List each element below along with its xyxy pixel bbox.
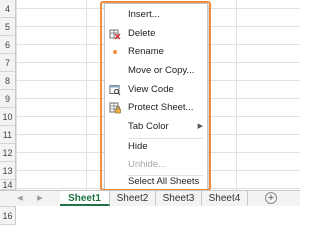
sheet-tab-bar: ◀ ▶ Sheet1 Sheet2 Sheet3 Sheet4 + [0, 190, 300, 206]
menu-item-select-all-sheets[interactable]: Select All Sheets [105, 173, 207, 191]
sheet-tab-context-menu: Insert... Delete Rename Move or Copy... … [104, 3, 208, 190]
menu-item-label: Tab Color [128, 121, 169, 132]
protect-sheet-icon [109, 102, 121, 114]
row-header-6[interactable]: 6 [0, 36, 16, 54]
menu-item-label: Protect Sheet... [128, 102, 194, 113]
row-header-16[interactable]: 16 [0, 207, 16, 225]
menu-item-label: Move or Copy... [128, 65, 195, 76]
view-code-icon [109, 84, 121, 96]
sheet-tab-3[interactable]: Sheet3 [156, 191, 202, 206]
menu-item-rename[interactable]: Rename [105, 43, 207, 61]
row-header-14[interactable]: 14 [0, 180, 16, 190]
row-header-13[interactable]: 13 [0, 162, 16, 180]
row-header-11[interactable]: 11 [0, 126, 16, 144]
column-divider [236, 0, 237, 190]
menu-item-tab-color[interactable]: Tab Color ▶ [105, 118, 207, 136]
sheet-tab-4[interactable]: Sheet4 [202, 191, 248, 206]
row-header-12[interactable]: 12 [0, 144, 16, 162]
sheet-tab-2[interactable]: Sheet2 [110, 191, 156, 206]
menu-item-label: Unhide... [128, 159, 167, 170]
menu-item-label: Hide [128, 141, 148, 152]
add-sheet-icon[interactable]: + [265, 192, 277, 204]
menu-item-label: View Code [128, 84, 174, 95]
row-header-7[interactable]: 7 [0, 54, 16, 72]
menu-item-label: Select All Sheets [128, 176, 200, 187]
row-header-5[interactable]: 5 [0, 18, 16, 36]
sheet-tab-1[interactable]: Sheet1 [60, 191, 110, 206]
row-header-8[interactable]: 8 [0, 72, 16, 90]
menu-item-view-code[interactable]: View Code [105, 81, 207, 99]
menu-item-label: Insert... [128, 9, 160, 20]
row-header-column: 4 5 6 7 8 9 10 11 12 13 14 [0, 0, 16, 190]
row-header-10[interactable]: 10 [0, 108, 16, 126]
row-header-4[interactable]: 4 [0, 0, 16, 18]
menu-item-label: Rename [128, 46, 164, 57]
menu-item-hide[interactable]: Hide [105, 138, 207, 156]
column-divider [86, 0, 87, 190]
menu-item-protect-sheet[interactable]: Protect Sheet... [105, 99, 207, 117]
delete-sheet-icon [109, 28, 121, 40]
scroll-tabs-right-icon[interactable]: ▶ [34, 191, 46, 206]
scroll-tabs-left-icon[interactable]: ◀ [14, 191, 26, 206]
column-divider [16, 0, 17, 190]
row-header-9[interactable]: 9 [0, 90, 16, 108]
menu-item-insert[interactable]: Insert... [105, 6, 207, 24]
menu-item-move-or-copy[interactable]: Move or Copy... [105, 62, 207, 80]
rename-icon [109, 46, 121, 58]
menu-item-label: Delete [128, 28, 156, 39]
submenu-arrow-icon: ▶ [197, 123, 203, 130]
menu-item-delete[interactable]: Delete [105, 25, 207, 43]
menu-item-unhide: Unhide... [105, 156, 207, 174]
